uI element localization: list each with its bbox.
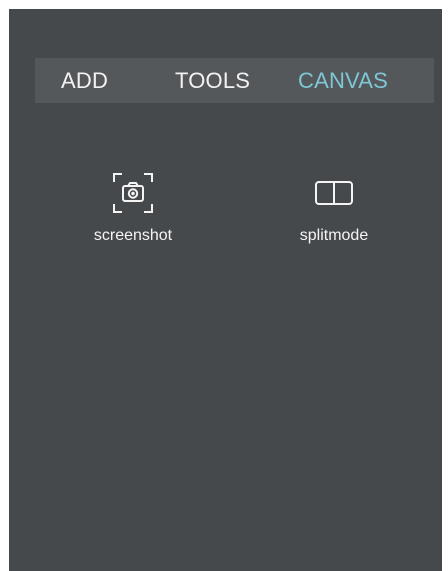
splitmode-button[interactable]: splitmode xyxy=(264,167,404,257)
tab-tools[interactable]: TOOLS xyxy=(175,68,250,94)
split-view-icon xyxy=(308,167,360,219)
tab-bar: ADD TOOLS CANVAS xyxy=(35,58,434,103)
camera-frame-icon xyxy=(107,167,159,219)
canvas-panel: ADD TOOLS CANVAS screenshot splitmode xyxy=(9,9,442,571)
tab-add[interactable]: ADD xyxy=(61,68,108,94)
screenshot-label: screenshot xyxy=(93,227,173,244)
splitmode-label: splitmode xyxy=(299,227,369,244)
screenshot-button[interactable]: screenshot xyxy=(63,167,203,257)
tab-canvas[interactable]: CANVAS xyxy=(298,68,388,94)
